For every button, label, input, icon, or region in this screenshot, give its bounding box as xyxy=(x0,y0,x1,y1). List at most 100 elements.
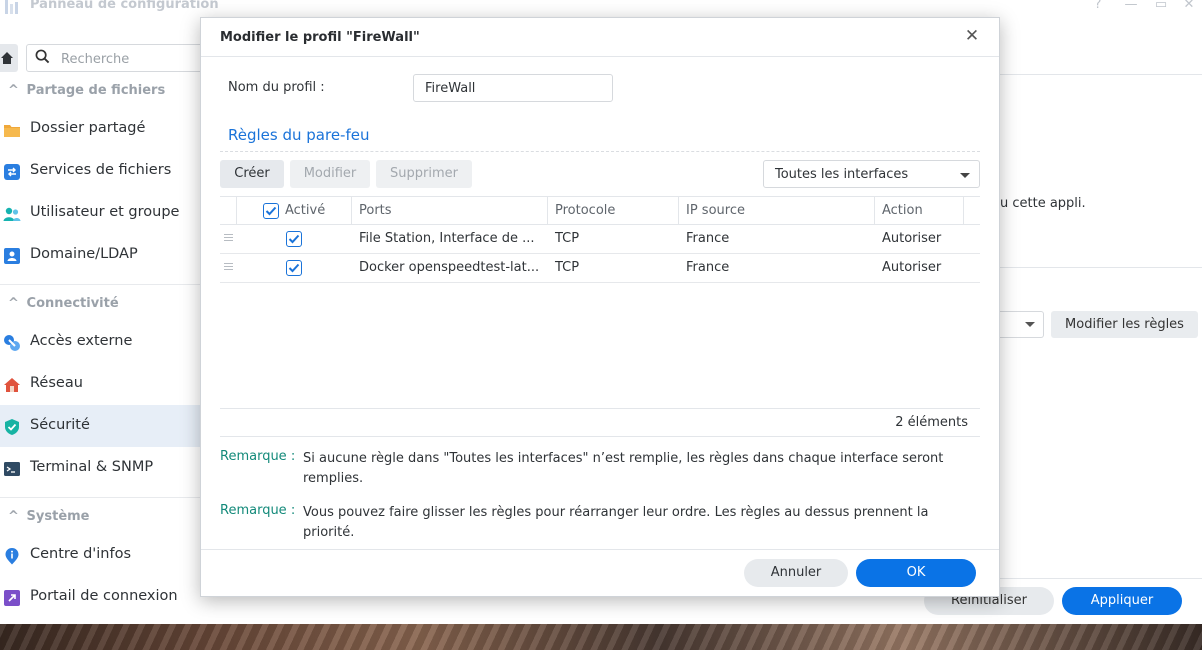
header-source-ip[interactable]: IP source xyxy=(686,203,745,218)
header-protocol[interactable]: Protocole xyxy=(555,203,615,218)
divider xyxy=(1000,74,1202,75)
edit-profile-dialog: Modifier le profil "FireWall" ✕ Nom du p… xyxy=(200,17,1000,597)
cell-ports: Docker openspeedtest-lat... xyxy=(359,260,540,275)
background-partial-text: u cette appli. xyxy=(1000,196,1086,211)
chevron-up-icon: ^ xyxy=(8,83,19,98)
sidebar-item-domain-ldap[interactable]: Domaine/LDAP xyxy=(0,234,200,276)
ok-button[interactable]: OK xyxy=(856,559,976,587)
external-access-icon xyxy=(4,335,20,351)
sidebar-item-security[interactable]: Sécurité xyxy=(0,405,200,447)
file-services-icon xyxy=(4,164,20,180)
interface-select-value: Toutes les interfaces xyxy=(775,167,909,182)
folder-icon xyxy=(4,125,20,137)
drag-handle-icon[interactable] xyxy=(224,234,233,242)
search-icon xyxy=(35,49,50,64)
section-header-file-sharing[interactable]: ^ Partage de fichiers xyxy=(8,83,165,98)
sidebar-divider xyxy=(0,284,200,285)
select-all-checkbox[interactable] xyxy=(263,203,279,219)
window-title: Panneau de configuration xyxy=(30,0,219,12)
section-header-system[interactable]: ^ Système xyxy=(8,509,90,524)
sidebar-item-external-access[interactable]: Accès externe xyxy=(0,321,200,363)
sidebar-item-label: Services de fichiers xyxy=(30,162,172,178)
divider xyxy=(201,549,999,550)
cell-action: Autoriser xyxy=(882,231,942,246)
sidebar-item-label: Dossier partagé xyxy=(30,120,146,136)
note-text: Si aucune règle dans "Toutes les interfa… xyxy=(303,451,944,486)
control-panel-logo-icon xyxy=(2,0,20,14)
modify-button[interactable]: Modifier xyxy=(290,160,370,188)
dialog-title: Modifier le profil "FireWall" xyxy=(220,30,420,45)
apply-button[interactable]: Appliquer xyxy=(1062,587,1182,615)
login-portal-icon xyxy=(4,590,20,606)
row-active-checkbox[interactable] xyxy=(286,260,302,276)
modify-rules-button[interactable]: Modifier les règles xyxy=(1051,311,1198,338)
search-box[interactable] xyxy=(26,44,216,72)
divider xyxy=(1000,267,1202,268)
chevron-up-icon: ^ xyxy=(8,296,19,311)
table-header: Activé Ports Protocole IP source Action xyxy=(220,196,980,225)
sidebar-item-users-groups[interactable]: Utilisateur et groupe xyxy=(0,192,200,234)
sidebar-divider xyxy=(0,497,200,498)
sidebar-item-label: Domaine/LDAP xyxy=(30,246,138,262)
chevron-down-icon xyxy=(1025,322,1035,327)
checkmark-icon xyxy=(288,234,300,244)
sidebar-item-file-services[interactable]: Services de fichiers xyxy=(0,150,200,192)
interface-select[interactable]: Toutes les interfaces xyxy=(763,160,980,188)
cancel-button[interactable]: Annuler xyxy=(744,559,848,587)
sidebar-item-label: Sécurité xyxy=(30,417,90,433)
domain-icon xyxy=(4,248,20,264)
sidebar-item-label: Portail de connexion xyxy=(30,588,178,604)
item-count: 2 éléments xyxy=(895,415,968,430)
drag-handle-icon[interactable] xyxy=(224,263,233,271)
sidebar-item-label: Terminal & SNMP xyxy=(30,459,154,475)
note-tag: Remarque : xyxy=(220,503,296,518)
note-text: Vous pouvez faire glisser les règles pou… xyxy=(303,505,929,540)
sidebar-item-shared-folder[interactable]: Dossier partagé xyxy=(0,108,200,150)
table-row[interactable]: Docker openspeedtest-lat... TCP France A… xyxy=(220,254,980,283)
divider xyxy=(201,56,999,57)
firewall-rules-title: Règles du pare-feu xyxy=(228,126,370,144)
sidebar-item-label: Utilisateur et groupe xyxy=(30,204,180,220)
sidebar-item-login-portal[interactable]: Portail de connexion xyxy=(0,576,200,618)
cell-ports: File Station, Interface de ... xyxy=(359,231,535,246)
chevron-up-icon: ^ xyxy=(8,509,19,524)
cell-source-ip: France xyxy=(686,260,730,275)
section-header-connectivity[interactable]: ^ Connectivité xyxy=(8,296,119,311)
sidebar-item-label: Accès externe xyxy=(30,333,133,349)
sidebar-item-terminal-snmp[interactable]: Terminal & SNMP xyxy=(0,447,200,489)
cell-protocol: TCP xyxy=(555,260,580,275)
dashed-divider xyxy=(220,151,980,152)
users-icon xyxy=(3,207,21,221)
home-button[interactable] xyxy=(0,44,18,72)
checkmark-icon xyxy=(265,206,277,216)
background-content: u cette appli. Modifier les règles xyxy=(990,0,1202,624)
table-footer: 2 éléments xyxy=(220,408,980,437)
create-button[interactable]: Créer xyxy=(220,160,284,188)
header-active[interactable]: Activé xyxy=(285,203,325,218)
cell-protocol: TCP xyxy=(555,231,580,246)
shield-icon xyxy=(5,419,19,435)
profile-name-input[interactable] xyxy=(413,74,613,102)
rules-table: Activé Ports Protocole IP source Action … xyxy=(220,196,980,408)
terminal-icon xyxy=(4,462,20,476)
table-row[interactable]: File Station, Interface de ... TCP Franc… xyxy=(220,225,980,254)
desktop-wallpaper xyxy=(0,624,1202,650)
note-tag: Remarque : xyxy=(220,449,296,464)
home-icon xyxy=(1,52,13,64)
header-action[interactable]: Action xyxy=(882,203,923,218)
row-active-checkbox[interactable] xyxy=(286,231,302,247)
sidebar-item-network[interactable]: Réseau xyxy=(0,363,200,405)
profile-name-label: Nom du profil : xyxy=(228,80,325,95)
close-icon[interactable]: ✕ xyxy=(964,28,980,45)
checkmark-icon xyxy=(288,263,300,273)
cell-action: Autoriser xyxy=(882,260,942,275)
header-ports[interactable]: Ports xyxy=(359,203,392,218)
sidebar-item-label: Réseau xyxy=(30,375,83,391)
chevron-down-icon xyxy=(960,173,970,178)
sidebar-item-info-center[interactable]: Centre d'infos xyxy=(0,534,200,576)
network-home-icon xyxy=(4,378,20,392)
info-pin-icon xyxy=(5,548,19,565)
sidebar-item-label: Centre d'infos xyxy=(30,546,132,562)
delete-button[interactable]: Supprimer xyxy=(376,160,472,188)
search-input[interactable] xyxy=(59,48,213,70)
